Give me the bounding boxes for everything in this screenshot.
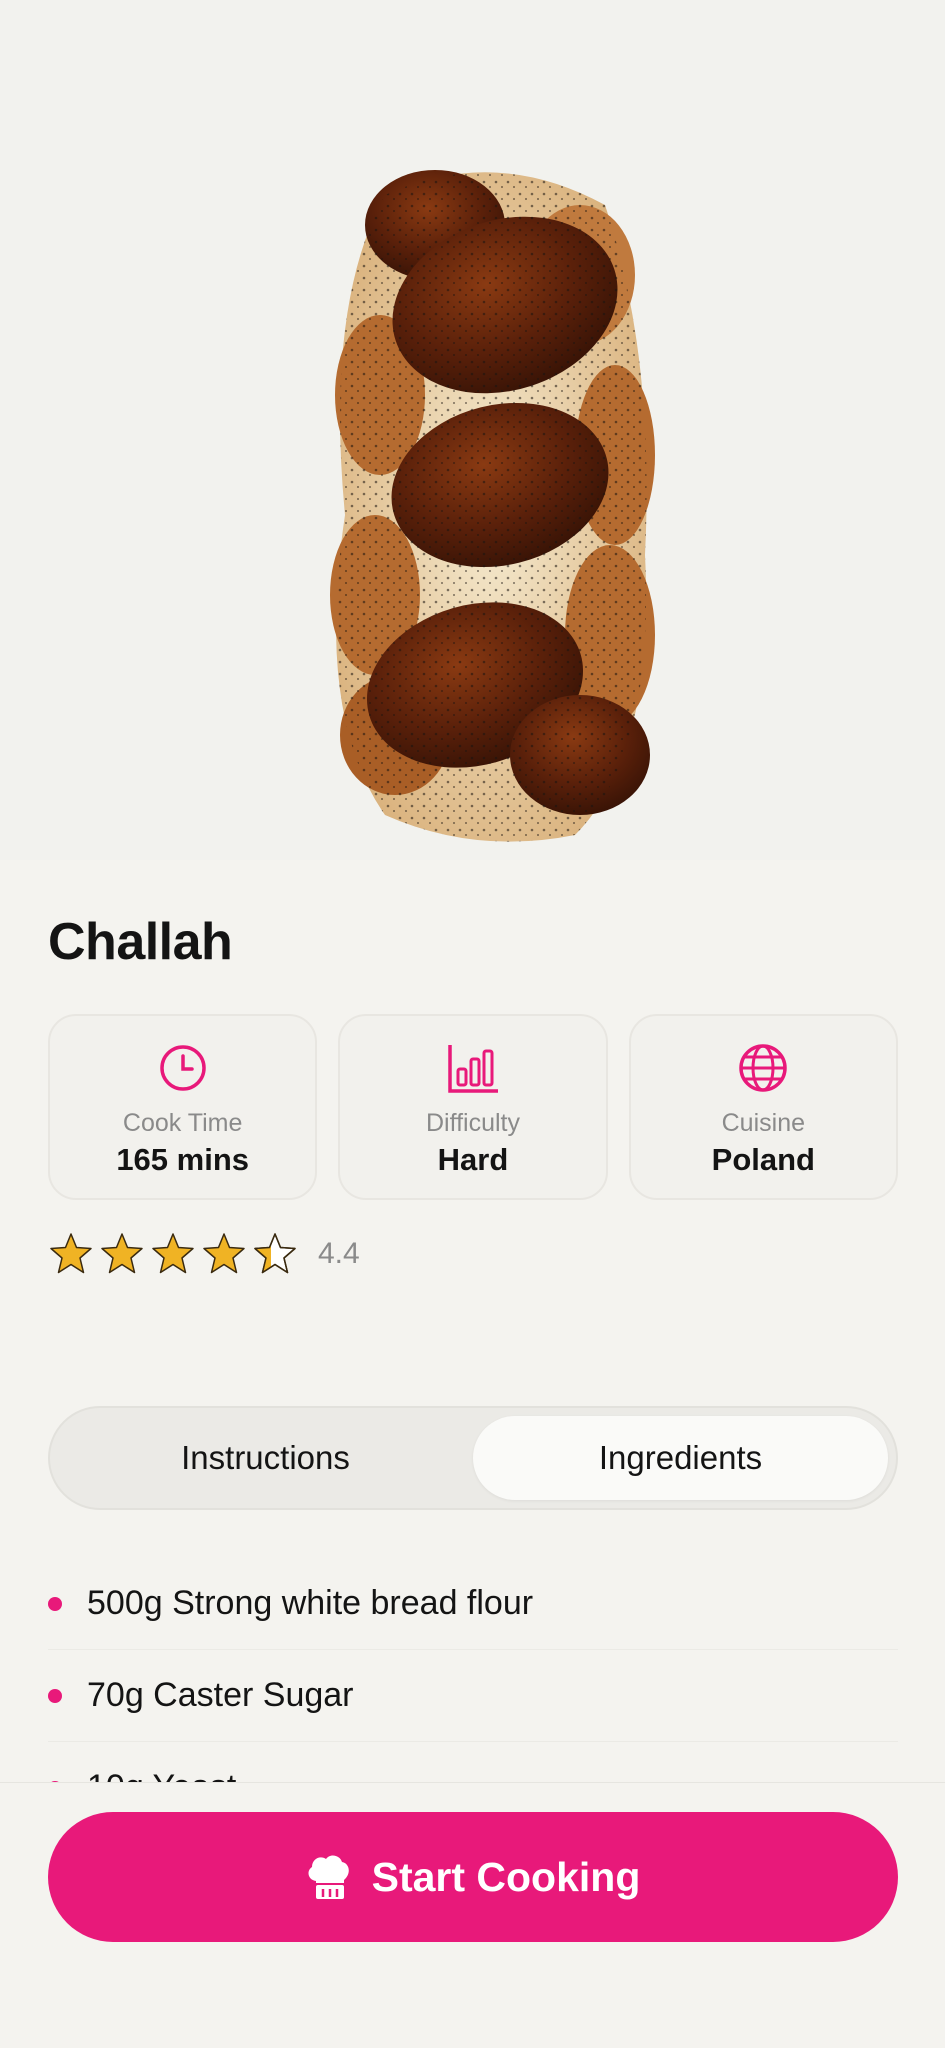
- list-item: 70g Caster Sugar: [48, 1650, 898, 1742]
- stat-value: Hard: [437, 1142, 509, 1177]
- stat-label: Difficulty: [425, 1109, 520, 1137]
- star-icon-filled: [50, 1233, 92, 1274]
- bar-chart-icon: [448, 1045, 498, 1093]
- ingredient-text: 500g Strong white bread flour: [87, 1584, 534, 1622]
- bullet-icon: [48, 1688, 62, 1703]
- start-cooking-button[interactable]: Start Cooking: [48, 1812, 898, 1942]
- stat-card-difficulty: Difficulty Hard: [338, 1014, 608, 1200]
- star-icon-filled: [203, 1233, 245, 1274]
- rating-value: 4.4: [318, 1237, 360, 1270]
- stat-value: 165 mins: [116, 1142, 250, 1177]
- star-icon-partial: [254, 1233, 296, 1274]
- rating: 4.4: [48, 1228, 360, 1280]
- tab-instructions[interactable]: Instructions: [58, 1416, 473, 1500]
- stat-label: Cook Time: [122, 1109, 243, 1137]
- globe-icon: [739, 1044, 788, 1092]
- start-cooking-label: Start Cooking: [371, 1853, 641, 1900]
- clock-icon: [159, 1045, 206, 1091]
- recipe-hero-image: [0, 0, 945, 860]
- recipe-stats: Cook Time 165 mins Difficulty Hard Cuisi…: [48, 1014, 898, 1200]
- stat-card-cook-time: Cook Time 165 mins: [48, 1014, 318, 1200]
- recipe-tabs: Instructions Ingredients: [48, 1406, 898, 1510]
- star-icon-filled: [152, 1233, 194, 1274]
- chef-hat-icon: [308, 1855, 349, 1899]
- stat-card-cuisine: Cuisine Poland: [628, 1014, 898, 1200]
- challah-bread-image: [330, 170, 655, 842]
- recipe-title: Challah: [48, 913, 233, 971]
- ingredient-text: 70g Caster Sugar: [87, 1676, 354, 1714]
- star-icon-filled: [101, 1233, 143, 1274]
- list-item: 500g Strong white bread flour: [48, 1558, 898, 1650]
- stat-value: Poland: [711, 1142, 815, 1177]
- bullet-icon: [48, 1596, 62, 1611]
- stat-label: Cuisine: [721, 1109, 805, 1137]
- tab-ingredients[interactable]: Ingredients: [473, 1416, 888, 1500]
